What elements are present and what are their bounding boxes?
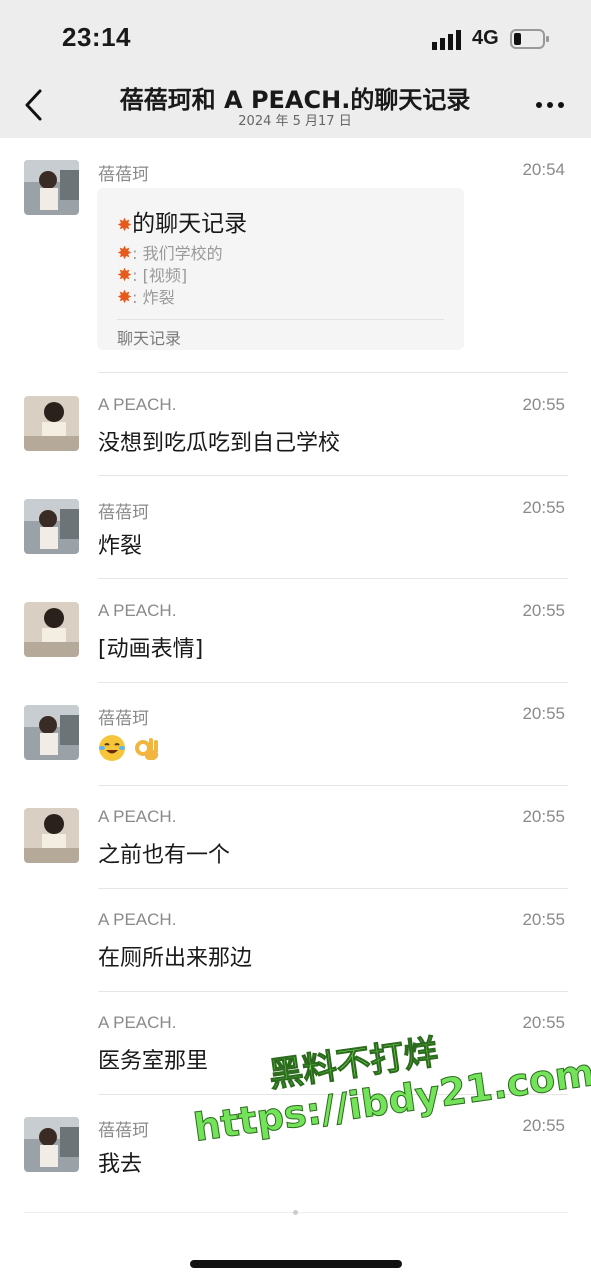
- avatar[interactable]: [24, 396, 79, 451]
- laughing-crying-emoji-icon: [99, 735, 125, 761]
- message-time: 20:55: [522, 807, 565, 826]
- message-text: [动画表情]: [98, 637, 204, 662]
- message-text: 炸裂: [98, 534, 143, 559]
- message-time: 20:55: [522, 498, 565, 517]
- page-dot: [293, 1210, 298, 1215]
- message-time: 20:54: [522, 160, 565, 179]
- explosion-icon: ✸: [117, 215, 133, 236]
- card-line: ✸: [视频]: [117, 265, 188, 286]
- battery-icon: [510, 29, 549, 49]
- message-emoji: [98, 734, 161, 762]
- sender-name: 蓓蓓珂: [98, 503, 149, 522]
- explosion-icon: ✸: [117, 287, 133, 308]
- divider: [98, 372, 568, 373]
- message-time: 20:55: [522, 601, 565, 620]
- explosion-icon: ✸: [117, 265, 133, 286]
- network-type: 4G: [472, 27, 499, 49]
- sender-name: 蓓蓓珂: [98, 1121, 149, 1140]
- card-line: ✸: 炸裂: [117, 287, 175, 308]
- card-line: ✸: 我们学校的: [117, 243, 223, 264]
- message-time: 20:55: [522, 395, 565, 414]
- message-text: 没想到吃瓜吃到自己学校: [98, 431, 341, 456]
- chat-record-card[interactable]: ✸的聊天记录 ✸: 我们学校的 ✸: [视频] ✸: 炸裂 聊天记录: [97, 188, 464, 350]
- avatar[interactable]: [24, 602, 79, 657]
- divider: [98, 785, 568, 786]
- message-text: 之前也有一个: [98, 843, 231, 868]
- divider: [117, 319, 444, 320]
- avatar[interactable]: [24, 499, 79, 554]
- message-time: 20:55: [522, 910, 565, 929]
- ok-hand-emoji-icon: [135, 738, 158, 760]
- message-time: 20:55: [522, 704, 565, 723]
- card-footer: 聊天记录: [117, 329, 182, 348]
- signal-icon: [432, 30, 461, 50]
- divider: [98, 578, 568, 579]
- avatar[interactable]: [24, 1117, 79, 1172]
- divider: [98, 682, 568, 683]
- sender-name: 蓓蓓珂: [98, 709, 149, 728]
- sender-name: A PEACH.: [98, 910, 177, 929]
- card-title: ✸的聊天记录: [117, 211, 248, 237]
- status-time: 23:14: [62, 22, 131, 52]
- explosion-icon: ✸: [117, 243, 133, 264]
- avatar[interactable]: [24, 160, 79, 215]
- sender-name: A PEACH.: [98, 395, 177, 414]
- chat-header: 23:14 4G 蓓蓓珂和 A PEACH.的聊天记录 2024 年 5 月17…: [0, 0, 591, 138]
- message-text: 我去: [98, 1152, 143, 1177]
- message-time: 20:55: [522, 1116, 565, 1135]
- avatar[interactable]: [24, 808, 79, 863]
- back-icon[interactable]: [20, 88, 50, 122]
- message-time: 20:55: [522, 1013, 565, 1032]
- message-text: 在厕所出来那边: [98, 946, 253, 971]
- divider: [98, 991, 568, 992]
- sender-name: A PEACH.: [98, 807, 177, 826]
- divider: [98, 888, 568, 889]
- chat-date: 2024 年 5 月17 日: [238, 114, 352, 129]
- sender-name: 蓓蓓珂: [98, 165, 149, 184]
- sender-name: A PEACH.: [98, 601, 177, 620]
- message-text: 医务室那里: [98, 1049, 209, 1074]
- sender-name: A PEACH.: [98, 1013, 177, 1032]
- divider: [98, 475, 568, 476]
- avatar[interactable]: [24, 705, 79, 760]
- home-indicator[interactable]: [190, 1260, 402, 1268]
- more-icon[interactable]: [535, 100, 565, 110]
